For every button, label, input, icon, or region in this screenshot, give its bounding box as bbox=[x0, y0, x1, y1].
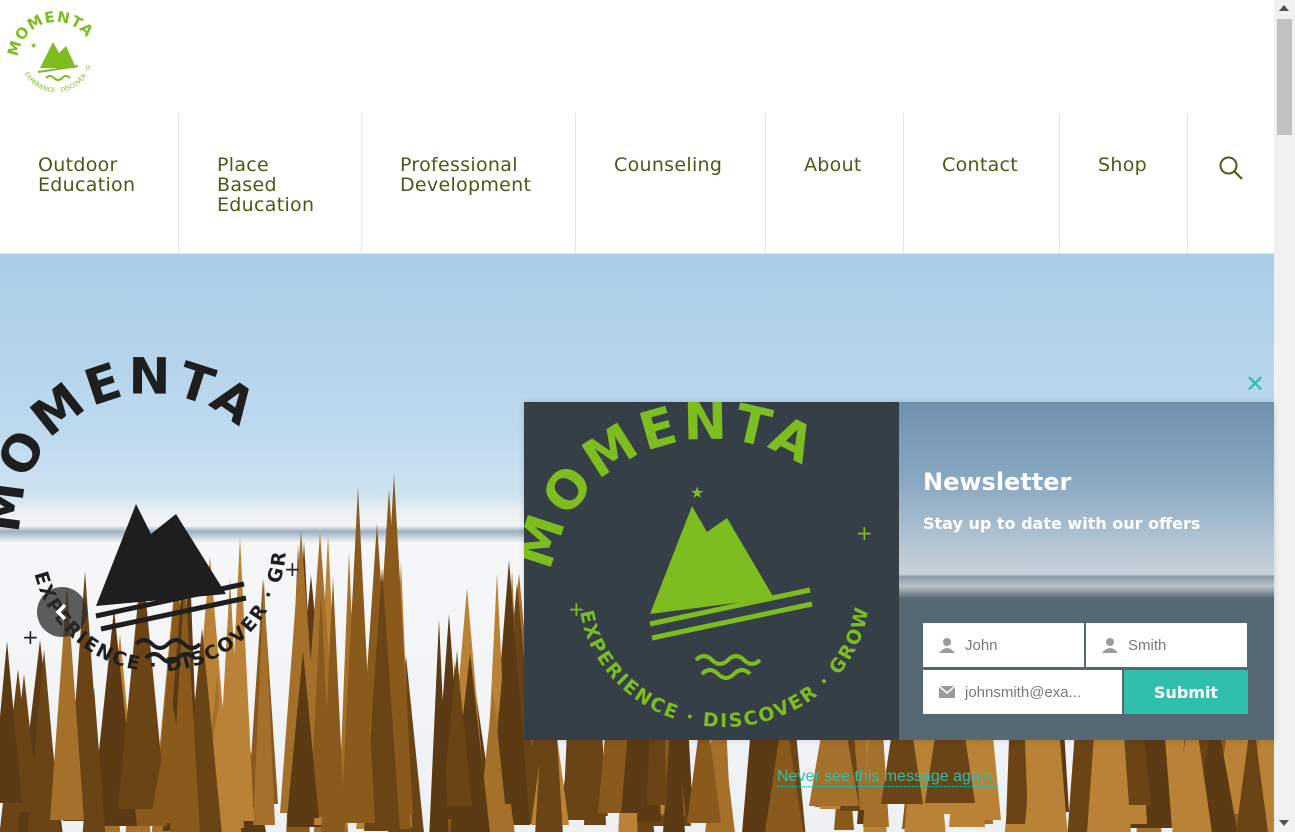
nav-about[interactable]: About bbox=[766, 113, 904, 253]
popup-logo: MOMENTA EXPERIENCE · DISCOVER · GROW ★ +… bbox=[505, 392, 873, 733]
svg-text:★: ★ bbox=[30, 41, 37, 50]
scroll-thumb[interactable] bbox=[1277, 19, 1292, 135]
scroll-down-arrow-icon[interactable] bbox=[1279, 820, 1289, 826]
page-scrollbar[interactable] bbox=[1274, 0, 1295, 832]
forest-tree bbox=[286, 650, 319, 818]
nav-professional-development[interactable]: Professional Development bbox=[362, 113, 576, 253]
envelope-icon bbox=[939, 686, 955, 698]
never-show-again-link[interactable]: Never see this message again. bbox=[777, 768, 997, 787]
scroll-up-arrow-icon[interactable] bbox=[1279, 5, 1289, 11]
user-icon bbox=[939, 638, 955, 653]
nav-shop[interactable]: Shop bbox=[1060, 113, 1188, 253]
nav-contact[interactable]: Contact bbox=[904, 113, 1060, 253]
nav-place-based-education[interactable]: Place Based Education bbox=[179, 113, 362, 253]
submit-button[interactable]: Submit bbox=[1124, 670, 1248, 714]
chevron-left-icon bbox=[55, 603, 67, 621]
main-nav: Outdoor Education Place Based Education … bbox=[0, 113, 1274, 253]
svg-text:+: + bbox=[568, 597, 585, 621]
svg-text:★: ★ bbox=[134, 523, 148, 542]
forest-tree bbox=[81, 686, 106, 832]
nav-counseling[interactable]: Counseling bbox=[576, 113, 766, 253]
first-name-placeholder: John bbox=[965, 636, 998, 654]
email-placeholder: johnsmith@exa... bbox=[965, 683, 1082, 701]
svg-text:+: + bbox=[856, 521, 873, 545]
svg-text:+: + bbox=[284, 557, 301, 581]
last-name-placeholder: Smith bbox=[1128, 636, 1167, 654]
popup-logo-panel: MOMENTA EXPERIENCE · DISCOVER · GROW ★ +… bbox=[505, 392, 899, 740]
site-header: MOMENTA EXPERIENCE · DISCOVER · GROW ★ O… bbox=[0, 0, 1274, 254]
svg-text:+: + bbox=[22, 625, 39, 649]
nav-outdoor-education[interactable]: Outdoor Education bbox=[0, 113, 179, 253]
newsletter-popup: MOMENTA EXPERIENCE · DISCOVER · GROW ★ +… bbox=[505, 392, 1274, 740]
popup-close-button[interactable]: ✕ bbox=[1243, 372, 1267, 396]
svg-text:MOMENTA: MOMENTA bbox=[0, 348, 269, 536]
site-logo[interactable]: MOMENTA EXPERIENCE · DISCOVER · GROW ★ bbox=[3, 3, 106, 108]
popup-background-image bbox=[899, 402, 1274, 598]
popup-subtitle: Stay up to date with our offers bbox=[923, 514, 1201, 533]
user-icon bbox=[1102, 638, 1118, 653]
slider-prev-button[interactable] bbox=[37, 587, 87, 637]
forest-tree bbox=[428, 619, 449, 832]
popup-form-panel: Newsletter Stay up to date with our offe… bbox=[899, 402, 1274, 740]
popup-title: Newsletter bbox=[923, 468, 1072, 496]
forest-tree bbox=[340, 486, 375, 823]
first-name-input[interactable]: John bbox=[923, 623, 1084, 667]
search-button[interactable] bbox=[1188, 113, 1274, 253]
last-name-input[interactable]: Smith bbox=[1086, 623, 1247, 667]
svg-text:★: ★ bbox=[690, 483, 704, 502]
search-icon bbox=[1219, 156, 1243, 180]
email-input[interactable]: johnsmith@exa... bbox=[923, 670, 1122, 714]
